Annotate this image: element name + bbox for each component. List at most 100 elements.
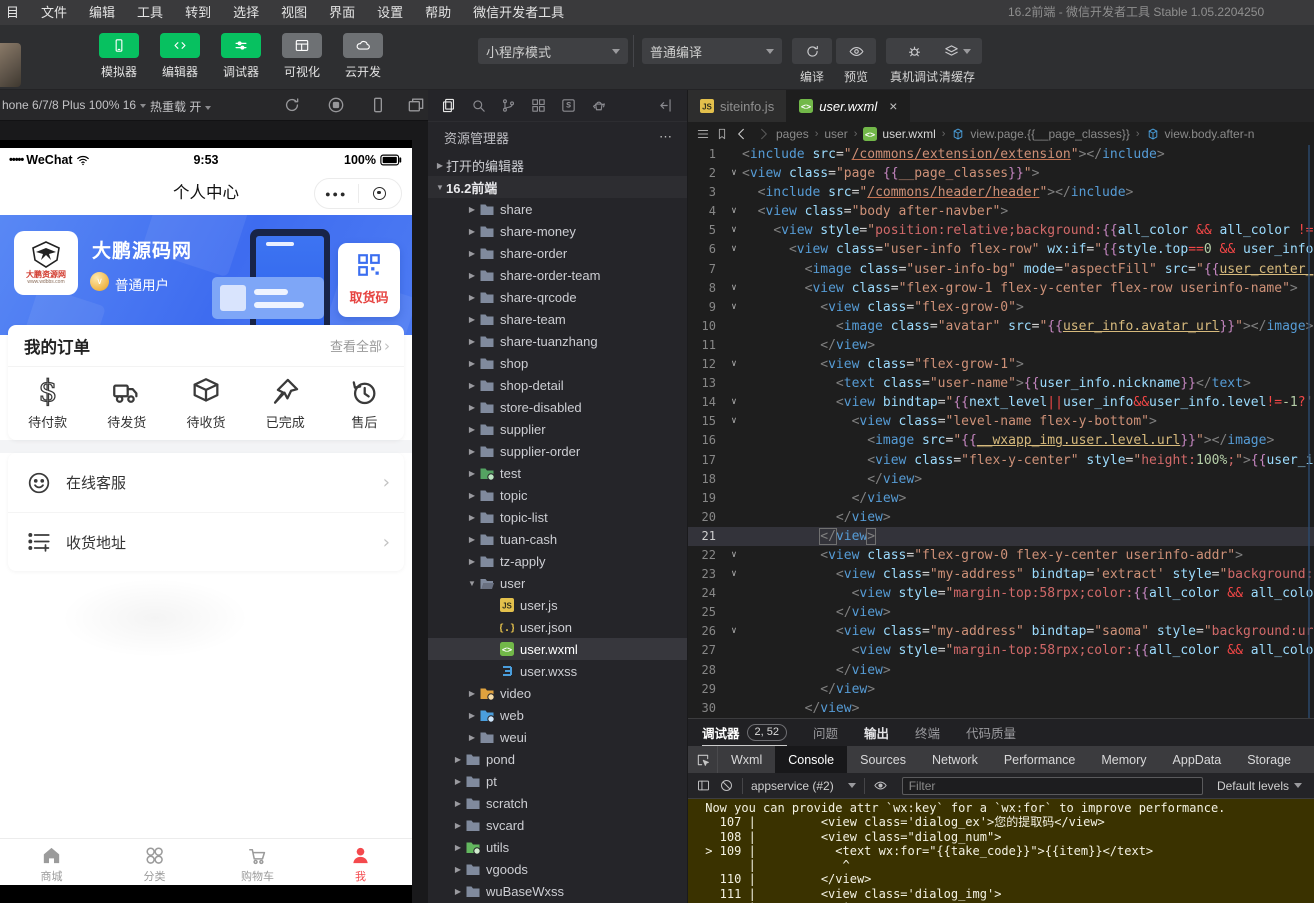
code-line-7[interactable]: 7 <image class="user-info-bg" mode="aspe… bbox=[688, 260, 1314, 279]
menu-item-转到[interactable]: 转到 bbox=[174, 0, 222, 25]
action-编译[interactable]: 编译 bbox=[792, 38, 832, 85]
bookmark-icon[interactable] bbox=[715, 127, 729, 141]
compile-mode-select[interactable]: 普通编译 bbox=[642, 38, 782, 64]
toolbar-button-模拟器[interactable]: 模拟器 bbox=[93, 33, 145, 80]
pickup-code-button[interactable]: 取货码 bbox=[338, 243, 400, 317]
code-editor[interactable]: 1<include src="/commons/extension/extens… bbox=[688, 145, 1314, 718]
more-icon[interactable]: ●●● bbox=[315, 189, 358, 199]
menu-item-编辑[interactable]: 编辑 bbox=[78, 0, 126, 25]
console-filter-input[interactable] bbox=[902, 777, 1203, 795]
fold-icon[interactable]: ∨ bbox=[726, 546, 742, 565]
toolbar-button-可视化[interactable]: 可视化 bbox=[276, 33, 328, 80]
code-line-26[interactable]: 26∨ <view class="my-address" bindtap="sa… bbox=[688, 622, 1314, 641]
tree-item-user.wxml[interactable]: <>user.wxml bbox=[428, 638, 687, 660]
tab-bar-item-购物车[interactable]: 购物车 bbox=[206, 839, 309, 885]
order-status-待发货[interactable]: 待发货 bbox=[87, 367, 166, 439]
code-line-16[interactable]: 16 <image src="{{__wxapp_img.user.level.… bbox=[688, 431, 1314, 450]
code-line-12[interactable]: 12∨ <view class="flex-grow-1"> bbox=[688, 355, 1314, 374]
code-line-19[interactable]: 19 </view> bbox=[688, 489, 1314, 508]
restart-icon[interactable] bbox=[282, 95, 302, 115]
code-line-24[interactable]: 24 <view style="margin-top:58rpx;color:{… bbox=[688, 584, 1314, 603]
back-icon[interactable] bbox=[734, 126, 750, 142]
tree-item-svcard[interactable]: ▶svcard bbox=[428, 814, 687, 836]
code-line-20[interactable]: 20 </view> bbox=[688, 508, 1314, 527]
device-select[interactable]: hone 6/7/8 Plus 100% 16 bbox=[2, 98, 146, 112]
tree-item-test[interactable]: ▶test bbox=[428, 462, 687, 484]
forward-icon[interactable] bbox=[755, 126, 771, 142]
explorer-more-actions[interactable]: ⋯ bbox=[659, 129, 673, 145]
code-line-8[interactable]: 8∨ <view class="flex-grow-1 flex-y-cente… bbox=[688, 279, 1314, 298]
devtools-tab-Wxml[interactable]: Wxml bbox=[718, 746, 775, 773]
console-line-expandable[interactable]: > 109 | <text wx:for="{{take_code}}">{{i… bbox=[698, 844, 1314, 858]
code-line-15[interactable]: 15∨ <view class="level-name flex-y-botto… bbox=[688, 412, 1314, 431]
debugger-tab-输出[interactable]: 输出 bbox=[864, 719, 889, 746]
tree-item-user.json[interactable]: {.}user.json bbox=[428, 616, 687, 638]
code-line-30[interactable]: 30 </view> bbox=[688, 699, 1314, 718]
breadcrumb-item[interactable]: user bbox=[824, 127, 847, 141]
breadcrumb-item[interactable]: user.wxml bbox=[882, 127, 935, 141]
tree-item-打开的编辑器[interactable]: ▶打开的编辑器 bbox=[428, 154, 687, 176]
tree-item-pond[interactable]: ▶pond bbox=[428, 748, 687, 770]
sidebar-toggle-icon[interactable] bbox=[696, 778, 711, 793]
code-line-4[interactable]: 4∨ <view class="body after-navber"> bbox=[688, 202, 1314, 221]
record-icon[interactable] bbox=[326, 95, 346, 115]
search-icon[interactable] bbox=[470, 97, 487, 114]
tab-bar-item-商城[interactable]: 商城 bbox=[0, 839, 103, 885]
fold-icon[interactable]: ∨ bbox=[726, 298, 742, 317]
tree-item-share-qrcode[interactable]: ▶share-qrcode bbox=[428, 286, 687, 308]
service-row-收货地址[interactable]: 收货地址› bbox=[8, 512, 404, 571]
user-level-label[interactable]: 普通用户 bbox=[115, 274, 169, 294]
fold-icon[interactable]: ∨ bbox=[726, 393, 742, 412]
code-line-27[interactable]: 27 <view style="margin-top:58rpx;color:{… bbox=[688, 641, 1314, 660]
debugger-tab-问题[interactable]: 问题 bbox=[813, 719, 838, 746]
fold-icon[interactable]: ∨ bbox=[726, 240, 742, 259]
debugger-tab-终端[interactable]: 终端 bbox=[915, 719, 940, 746]
multi-window-icon[interactable] bbox=[406, 95, 426, 115]
menu-item-帮助[interactable]: 帮助 bbox=[414, 0, 462, 25]
tree-item-video[interactable]: ▶video bbox=[428, 682, 687, 704]
tree-item-wuBaseWxss[interactable]: ▶wuBaseWxss bbox=[428, 880, 687, 902]
scrollbar[interactable] bbox=[1308, 145, 1310, 718]
code-line-25[interactable]: 25 </view> bbox=[688, 603, 1314, 622]
fold-icon[interactable]: ∨ bbox=[726, 412, 742, 431]
tree-item-scratch[interactable]: ▶scratch bbox=[428, 792, 687, 814]
tree-item-share[interactable]: ▶share bbox=[428, 198, 687, 220]
code-line-11[interactable]: 11 </view> bbox=[688, 336, 1314, 355]
order-status-已完成[interactable]: 已完成 bbox=[246, 367, 325, 439]
toolbar-button-编辑器[interactable]: 编辑器 bbox=[154, 33, 206, 80]
menu-item-目[interactable]: 目 bbox=[0, 0, 30, 25]
tree-item-user.js[interactable]: JSuser.js bbox=[428, 594, 687, 616]
devtools-tab-Memory[interactable]: Memory bbox=[1088, 746, 1159, 773]
mode-select[interactable]: 小程序模式 bbox=[478, 38, 628, 64]
fold-icon[interactable]: ∨ bbox=[726, 355, 742, 374]
order-status-售后[interactable]: 售后 bbox=[325, 367, 404, 439]
devtools-tab-Performance[interactable]: Performance bbox=[991, 746, 1089, 773]
tree-item-web[interactable]: ▶web bbox=[428, 704, 687, 726]
tree-item-supplier[interactable]: ▶supplier bbox=[428, 418, 687, 440]
teapot-icon[interactable] bbox=[590, 97, 607, 114]
menu-item-界面[interactable]: 界面 bbox=[318, 0, 366, 25]
editor-tab-user.wxml[interactable]: <>user.wxml× bbox=[787, 90, 910, 122]
extensions-icon[interactable] bbox=[530, 97, 547, 114]
code-line-18[interactable]: 18 </view> bbox=[688, 470, 1314, 489]
tree-item-user.wxss[interactable]: user.wxss bbox=[428, 660, 687, 682]
service-row-在线客服[interactable]: 在线客服› bbox=[8, 453, 404, 512]
debugger-tab-调试器[interactable]: 调试器2, 52 bbox=[702, 719, 787, 746]
tree-item-utils[interactable]: ▶utils bbox=[428, 836, 687, 858]
snippet-icon[interactable] bbox=[560, 97, 577, 114]
menu-item-设置[interactable]: 设置 bbox=[366, 0, 414, 25]
minimize-icon[interactable] bbox=[359, 185, 402, 203]
tree-item-shop[interactable]: ▶shop bbox=[428, 352, 687, 374]
fold-icon[interactable]: ∨ bbox=[726, 622, 742, 641]
fold-icon[interactable]: ∨ bbox=[726, 221, 742, 240]
devtools-tab-Secur[interactable]: Secur bbox=[1304, 746, 1314, 773]
files-icon[interactable] bbox=[440, 97, 457, 114]
code-line-17[interactable]: 17 <view class="flex-y-center" style="he… bbox=[688, 451, 1314, 470]
account-avatar[interactable] bbox=[0, 43, 21, 87]
tree-item-share-tuanzhang[interactable]: ▶share-tuanzhang bbox=[428, 330, 687, 352]
devtools-tab-Network[interactable]: Network bbox=[919, 746, 991, 773]
code-line-21[interactable]: 21 </view> bbox=[688, 527, 1314, 546]
code-line-23[interactable]: 23∨ <view class="my-address" bindtap='ex… bbox=[688, 565, 1314, 584]
code-line-13[interactable]: 13 <text class="user-name">{{user_info.n… bbox=[688, 374, 1314, 393]
code-line-14[interactable]: 14∨ <view bindtap="{{next_level||user_in… bbox=[688, 393, 1314, 412]
